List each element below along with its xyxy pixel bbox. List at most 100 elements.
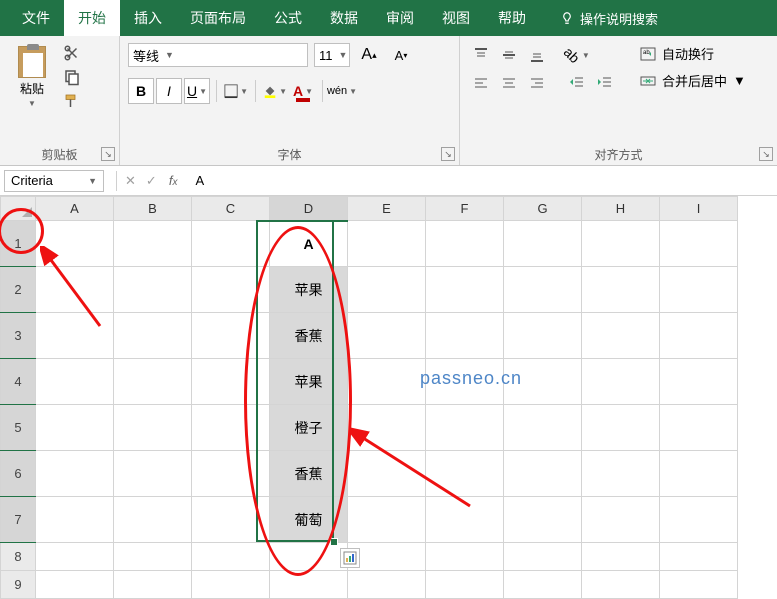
cell[interactable] xyxy=(582,359,660,405)
merge-center-button[interactable]: 合并后居中 ▼ xyxy=(640,71,746,90)
cell[interactable] xyxy=(660,451,738,497)
align-left-button[interactable] xyxy=(468,70,494,96)
cell[interactable] xyxy=(426,359,504,405)
cell[interactable] xyxy=(270,571,348,599)
formula-input[interactable] xyxy=(189,170,777,192)
alignment-dialog-launcher[interactable]: ↘ xyxy=(759,147,773,161)
cell[interactable] xyxy=(192,451,270,497)
align-right-button[interactable] xyxy=(524,70,550,96)
cell[interactable] xyxy=(582,221,660,267)
cell[interactable] xyxy=(660,221,738,267)
clipboard-dialog-launcher[interactable]: ↘ xyxy=(101,147,115,161)
decrease-indent-button[interactable] xyxy=(564,70,590,96)
cell-D2[interactable]: 苹果 xyxy=(270,267,348,313)
cell[interactable] xyxy=(348,497,426,543)
cell[interactable] xyxy=(348,313,426,359)
cell[interactable] xyxy=(582,497,660,543)
border-button[interactable]: ▼ xyxy=(223,78,249,104)
cell-D4[interactable]: 苹果 xyxy=(270,359,348,405)
cell-D3[interactable]: 香蕉 xyxy=(270,313,348,359)
cancel-formula-button[interactable]: ✕ xyxy=(125,173,136,189)
cell[interactable] xyxy=(36,221,114,267)
cell[interactable] xyxy=(348,571,426,599)
name-box[interactable]: Criteria ▼ xyxy=(4,170,104,192)
cell[interactable] xyxy=(504,359,582,405)
fx-icon[interactable]: fx xyxy=(169,173,178,188)
tab-review[interactable]: 审阅 xyxy=(372,0,428,36)
cell[interactable] xyxy=(582,543,660,571)
cell[interactable] xyxy=(348,451,426,497)
tab-data[interactable]: 数据 xyxy=(316,0,372,36)
font-family-combo[interactable]: 等线 ▼ xyxy=(128,43,308,67)
row-header[interactable]: 8 xyxy=(1,543,36,571)
cell[interactable] xyxy=(192,543,270,571)
cell[interactable] xyxy=(348,267,426,313)
row-header[interactable]: 4 xyxy=(1,359,36,405)
cell[interactable] xyxy=(660,543,738,571)
col-header-D[interactable]: D xyxy=(270,197,348,221)
cell[interactable] xyxy=(582,267,660,313)
fill-color-button[interactable]: ▼ xyxy=(262,78,288,104)
cell[interactable] xyxy=(36,497,114,543)
cell[interactable] xyxy=(36,359,114,405)
cell[interactable] xyxy=(36,405,114,451)
cell[interactable] xyxy=(504,543,582,571)
paste-button[interactable]: 粘贴 ▼ xyxy=(8,42,56,108)
cell[interactable] xyxy=(426,405,504,451)
cell[interactable] xyxy=(114,267,192,313)
cell[interactable] xyxy=(192,405,270,451)
cut-button[interactable] xyxy=(62,44,82,62)
cell[interactable] xyxy=(660,267,738,313)
cell[interactable] xyxy=(114,451,192,497)
cell[interactable] xyxy=(582,451,660,497)
font-size-combo[interactable]: 11 ▼ xyxy=(314,43,350,67)
col-header-H[interactable]: H xyxy=(582,197,660,221)
cell[interactable] xyxy=(36,571,114,599)
cell[interactable] xyxy=(660,571,738,599)
bold-button[interactable]: B xyxy=(128,78,154,104)
cell[interactable] xyxy=(114,359,192,405)
cell[interactable] xyxy=(192,267,270,313)
cell[interactable] xyxy=(114,405,192,451)
cell[interactable] xyxy=(270,543,348,571)
row-header[interactable]: 3 xyxy=(1,313,36,359)
cell[interactable] xyxy=(582,313,660,359)
font-dialog-launcher[interactable]: ↘ xyxy=(441,147,455,161)
tab-insert[interactable]: 插入 xyxy=(120,0,176,36)
increase-font-button[interactable]: A▴ xyxy=(356,42,382,68)
tab-home[interactable]: 开始 xyxy=(64,0,120,36)
cell[interactable] xyxy=(504,313,582,359)
align-top-button[interactable] xyxy=(468,42,494,68)
select-all-corner[interactable] xyxy=(1,197,36,221)
cell[interactable] xyxy=(114,497,192,543)
decrease-font-button[interactable]: A▾ xyxy=(388,42,414,68)
col-header-G[interactable]: G xyxy=(504,197,582,221)
cell[interactable] xyxy=(192,359,270,405)
cell[interactable] xyxy=(348,221,426,267)
align-middle-button[interactable] xyxy=(496,42,522,68)
cell[interactable] xyxy=(192,221,270,267)
cell[interactable] xyxy=(582,405,660,451)
cell[interactable] xyxy=(660,313,738,359)
format-painter-button[interactable] xyxy=(62,92,82,110)
cell-D6[interactable]: 香蕉 xyxy=(270,451,348,497)
orientation-button[interactable]: ab▼ xyxy=(564,42,590,68)
cell[interactable] xyxy=(504,405,582,451)
cell[interactable] xyxy=(36,267,114,313)
col-header-A[interactable]: A xyxy=(36,197,114,221)
enter-formula-button[interactable]: ✓ xyxy=(146,173,157,189)
cell[interactable] xyxy=(660,405,738,451)
quick-analysis-button[interactable] xyxy=(340,548,360,568)
cell[interactable] xyxy=(426,543,504,571)
cell[interactable] xyxy=(660,497,738,543)
fill-handle[interactable] xyxy=(330,538,338,546)
tab-view[interactable]: 视图 xyxy=(428,0,484,36)
row-header[interactable]: 1 xyxy=(1,221,36,267)
cell[interactable] xyxy=(192,313,270,359)
font-color-button[interactable]: A ▼ xyxy=(290,78,316,104)
underline-button[interactable]: U▼ xyxy=(184,78,210,104)
cell-grid[interactable]: A B C D E F G H I 1A 2苹果 3香蕉 4苹果 5橙子 6香蕉… xyxy=(0,196,738,599)
cell-D5[interactable]: 橙子 xyxy=(270,405,348,451)
cell[interactable] xyxy=(36,451,114,497)
cell[interactable] xyxy=(504,497,582,543)
